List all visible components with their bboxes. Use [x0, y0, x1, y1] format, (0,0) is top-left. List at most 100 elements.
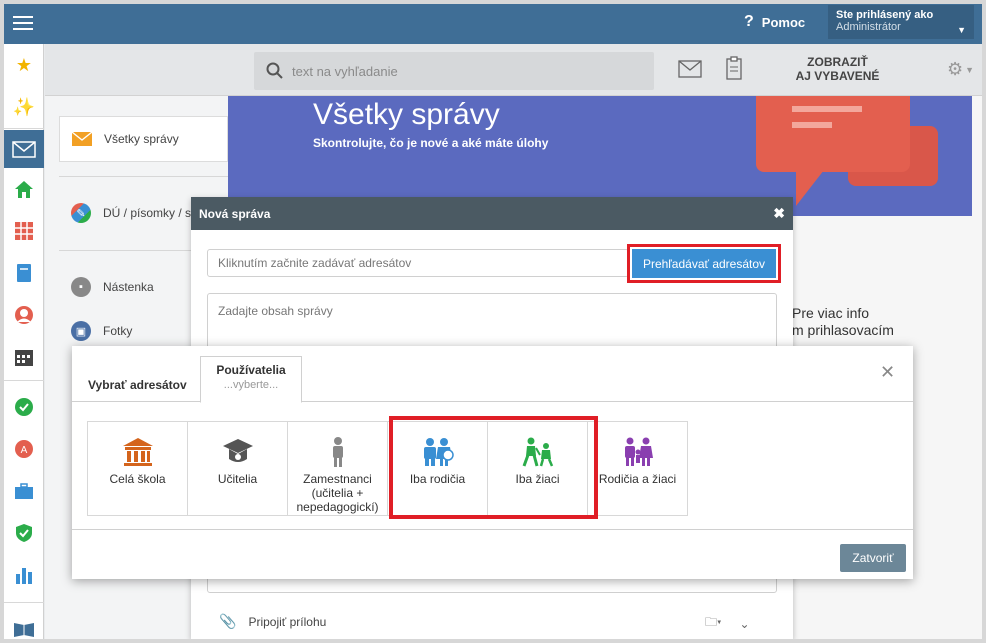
rail-shield[interactable] [4, 514, 44, 552]
tile-students-only[interactable]: Iba žiaci [487, 421, 588, 516]
tile-label: Celá škola [109, 472, 166, 486]
tile-label: Iba žiaci [515, 472, 560, 486]
tile-label: Učitelia [217, 472, 258, 486]
picker-tabs: Vybrať adresátov Používatelia ...vyberte… [72, 346, 913, 403]
folder-icon[interactable]: 🗀▾ [705, 613, 721, 634]
user-menu[interactable]: Ste prihlásený ako Administrátor ▼ [828, 5, 974, 39]
close-button[interactable]: Zatvoriť [840, 544, 906, 572]
parents-and-students-icon [624, 437, 653, 466]
modal-header: Nová správa ✖ [191, 197, 793, 230]
show-done-line1: ZOBRAZIŤ [807, 55, 868, 69]
tab-users[interactable]: Používatelia ...vyberte... [200, 356, 302, 403]
user-label: Ste prihlásený ako [836, 9, 934, 21]
browse-recipients-button[interactable]: Prehľadávať adresátov [632, 249, 776, 278]
hamburger-menu-icon[interactable] [13, 13, 33, 31]
bubble-line [792, 106, 862, 112]
rail-stats[interactable] [4, 556, 44, 594]
tab-users-subtitle: ...vyberte... [223, 379, 279, 391]
rail-favorites[interactable]: ★ [4, 46, 44, 84]
clipboard-icon[interactable] [726, 56, 742, 80]
page-subtitle: Skontrolujte, čo je nové a aké máte úloh… [313, 136, 549, 150]
attach-file-link[interactable]: 📎 Pripojiť prílohu [219, 613, 326, 630]
star-icon: ★ [15, 55, 33, 75]
rail-grades[interactable]: A [4, 430, 44, 468]
close-icon[interactable]: ✖ [773, 205, 785, 222]
rail-divider [4, 128, 44, 129]
user-name: Administrátor [836, 21, 901, 33]
divider [59, 176, 228, 177]
bubble-line [792, 122, 832, 128]
nav-label: DÚ / písomky / s [103, 206, 192, 220]
search-box[interactable] [254, 52, 654, 90]
pin-icon: ▪ [71, 277, 91, 297]
rail-calendar[interactable] [4, 212, 44, 250]
help-label: Pomoc [761, 14, 806, 30]
recipient-picker-dialog: Vybrať adresátov Používatelia ...vyberte… [72, 346, 913, 579]
calendar-grid-icon [15, 222, 33, 240]
mail-icon[interactable] [678, 60, 702, 78]
tab-users-title: Používatelia [216, 363, 286, 377]
help-link[interactable]: ? Pomoc [744, 13, 805, 31]
user-circle-icon [15, 306, 33, 324]
homework-icon: ✎ [71, 203, 91, 223]
tile-label: Iba rodičia [409, 472, 466, 486]
parents-icon [423, 438, 454, 466]
tile-teachers[interactable]: Učitelia [187, 421, 288, 516]
rail-briefcase[interactable] [4, 472, 44, 510]
tile-whole-school[interactable]: Celá škola [87, 421, 188, 516]
nav-label: Nástenka [103, 280, 154, 294]
students-icon [522, 437, 553, 467]
briefcase-icon [15, 483, 33, 499]
chat-bubble-tail [796, 170, 824, 206]
settings-menu[interactable]: ⚙ ▼ [947, 59, 974, 80]
picker-title: Vybrať adresátov [88, 378, 187, 392]
attach-label: Pripojiť prílohu [248, 614, 327, 629]
rail-wand[interactable]: ✨ [4, 88, 44, 126]
nav-label: Všetky správy [104, 132, 179, 146]
check-circle-icon [15, 398, 33, 416]
shield-icon [16, 524, 32, 542]
modal-title: Nová správa [199, 207, 271, 221]
nav-label: Fotky [103, 324, 133, 338]
rail-divider [4, 380, 44, 381]
app-window: ? Pomoc Ste prihlásený ako Administrátor… [4, 4, 982, 639]
icon-rail: ★ ✨ A [4, 44, 44, 639]
nav-all-messages[interactable]: Všetky správy [59, 116, 228, 162]
envelope-icon [72, 132, 92, 146]
chevron-down-icon[interactable]: ⌄ [739, 617, 749, 631]
header-toolbar: ZOBRAZIŤ AJ VYBAVENÉ ⚙▼ [45, 44, 982, 96]
highlight-box: Prehľadávať adresátov [627, 244, 781, 283]
rail-home[interactable] [4, 170, 44, 208]
tile-parents-only[interactable]: Iba rodičia [387, 421, 488, 516]
search-icon [266, 62, 283, 79]
info-text: Pre viac info m prihlasovacím [792, 305, 894, 339]
open-book-icon [14, 623, 34, 637]
photo-icon: ▣ [71, 321, 91, 341]
chat-bubble-illustration [756, 96, 910, 172]
svg-text:A: A [21, 445, 28, 456]
tile-parents-and-students[interactable]: Rodičia a žiaci [587, 421, 688, 516]
divider [72, 529, 913, 530]
paperclip-icon: 📎 [219, 613, 237, 629]
graduation-cap-icon [222, 439, 253, 462]
rail-messages[interactable] [4, 130, 44, 168]
home-icon [15, 181, 33, 198]
close-icon[interactable]: ✕ [880, 362, 895, 383]
envelope-icon [12, 140, 36, 158]
question-icon: ? [744, 13, 754, 30]
rail-schedule[interactable] [4, 338, 44, 376]
gear-icon: ⚙ [947, 59, 964, 79]
school-building-icon [122, 438, 153, 466]
chevron-down-icon: ▼ [957, 25, 966, 35]
search-input[interactable] [292, 63, 632, 79]
rail-book[interactable] [4, 610, 44, 639]
rail-check[interactable] [4, 388, 44, 426]
recipients-input[interactable] [207, 249, 629, 277]
page-title: Všetky správy [313, 98, 500, 131]
rail-user[interactable] [4, 296, 44, 334]
top-bar: ? Pomoc Ste prihlásený ako Administrátor… [4, 4, 982, 44]
rail-notebook[interactable] [4, 254, 44, 292]
rail-divider [4, 602, 44, 603]
show-done-toggle[interactable]: ZOBRAZIŤ AJ VYBAVENÉ [790, 55, 885, 83]
tile-employees[interactable]: Zamestnanci (učitelia + nepedagogickí) [287, 421, 388, 516]
